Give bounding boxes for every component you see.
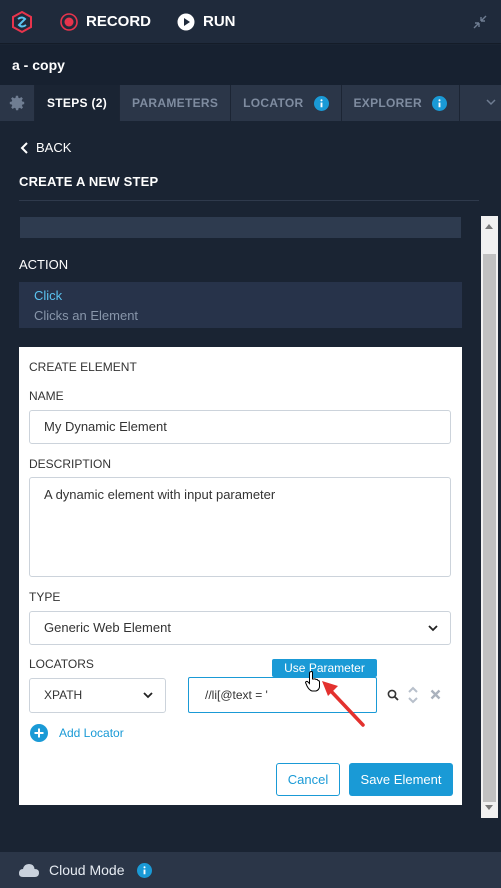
tab-locator-label: LOCATOR — [243, 96, 304, 110]
cloud-mode-label: Cloud Mode — [49, 862, 125, 878]
selected-action-card[interactable]: Click Clicks an Element — [19, 282, 462, 328]
chevron-down-icon[interactable] — [485, 96, 497, 108]
annotation-arrow-icon — [322, 681, 365, 727]
reorder-icon[interactable] — [407, 685, 419, 705]
collapse-icon[interactable] — [471, 13, 489, 31]
add-locator-label: Add Locator — [59, 726, 124, 740]
description-field[interactable]: A dynamic element with input parameter — [29, 477, 451, 577]
action-search-bar[interactable] — [20, 217, 461, 238]
run-label: RUN — [203, 13, 236, 30]
action-name: Click — [34, 288, 63, 303]
info-icon — [431, 95, 447, 111]
scroll-down-arrow[interactable] — [485, 805, 493, 810]
app-logo-icon — [12, 10, 32, 33]
tab-parameters-label: PARAMETERS — [132, 96, 219, 110]
tab-explorer-label: EXPLORER — [353, 96, 422, 110]
test-title: a - copy — [0, 45, 501, 85]
action-description: Clicks an Element — [34, 308, 139, 323]
info-icon — [313, 95, 329, 111]
name-label: NAME — [29, 389, 64, 403]
search-icon[interactable] — [387, 689, 399, 701]
add-locator-button[interactable]: Add Locator — [30, 724, 124, 742]
chevron-down-icon — [143, 692, 153, 699]
chevron-left-icon — [20, 141, 28, 154]
gear-icon — [9, 95, 25, 111]
scroll-thumb[interactable] — [483, 254, 496, 802]
record-label: RECORD — [86, 13, 152, 30]
type-select[interactable]: Generic Web Element — [29, 611, 451, 645]
tab-locator[interactable]: LOCATOR — [231, 85, 342, 121]
type-label: TYPE — [29, 590, 61, 604]
record-button[interactable]: RECORD — [60, 12, 152, 31]
action-section-label: ACTION — [19, 257, 69, 272]
page-title: CREATE A NEW STEP — [19, 174, 159, 189]
tab-steps[interactable]: STEPS (2) — [35, 85, 121, 121]
type-select-value: Generic Web Element — [44, 620, 171, 635]
scroll-up-arrow[interactable] — [485, 224, 493, 229]
back-link[interactable]: BACK — [20, 140, 71, 155]
locator-type-select[interactable]: XPATH — [29, 678, 166, 713]
plus-circle-icon — [30, 724, 48, 742]
back-label: BACK — [36, 140, 72, 155]
divider — [19, 200, 479, 201]
locator-value-text: //li[@text = ' — [205, 688, 268, 702]
scrollbar[interactable] — [481, 216, 498, 818]
chevron-down-icon — [428, 625, 438, 632]
settings-tab[interactable] — [0, 85, 35, 121]
locator-type-value: XPATH — [44, 688, 83, 702]
save-element-button[interactable]: Save Element — [349, 763, 453, 796]
tab-steps-label: STEPS (2) — [47, 96, 108, 110]
tab-explorer[interactable]: EXPLORER — [342, 85, 460, 121]
create-element-panel: CREATE ELEMENT NAME My Dynamic Element D… — [19, 347, 462, 805]
run-button[interactable]: RUN — [177, 13, 236, 31]
play-icon — [177, 13, 195, 30]
top-toolbar: RECORD RUN — [0, 0, 501, 44]
close-icon[interactable] — [430, 689, 441, 700]
name-field[interactable]: My Dynamic Element — [29, 410, 451, 444]
record-icon — [60, 12, 78, 31]
create-element-title: CREATE ELEMENT — [29, 360, 137, 374]
tab-bar: STEPS (2) PARAMETERS LOCATOR EXPLORER — [0, 85, 501, 121]
use-parameter-button[interactable]: Use Parameter — [272, 659, 377, 677]
description-label: DESCRIPTION — [29, 457, 112, 471]
cloud-icon — [18, 864, 40, 877]
footer-bar: Cloud Mode — [0, 852, 501, 888]
locators-label: LOCATORS — [29, 657, 94, 671]
info-icon[interactable] — [136, 862, 152, 878]
tab-parameters[interactable]: PARAMETERS — [120, 85, 232, 121]
cancel-button[interactable]: Cancel — [276, 763, 340, 796]
